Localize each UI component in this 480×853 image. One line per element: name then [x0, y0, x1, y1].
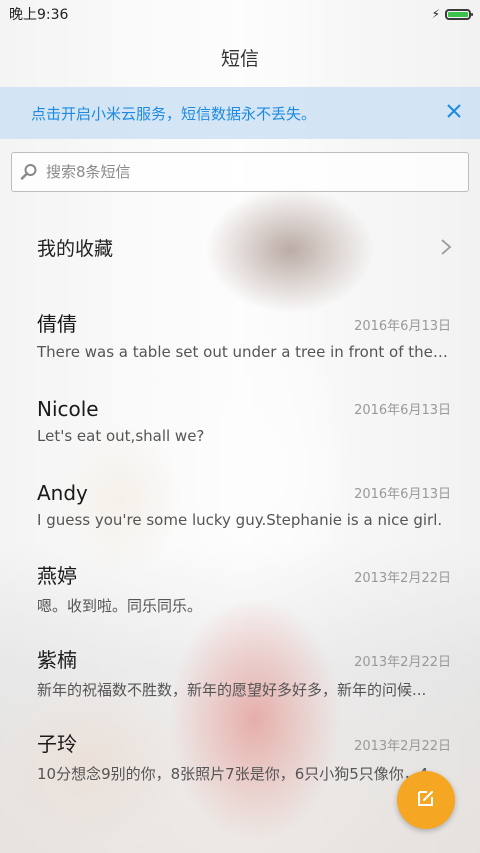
contact-name: Andy	[37, 481, 88, 505]
battery-icon	[445, 8, 473, 20]
message-thread[interactable]: 燕婷 2013年2月22日 嗯。收到啦。同乐同乐。	[0, 559, 480, 629]
message-thread[interactable]: Andy 2016年6月13日 I guess you're some luck…	[0, 475, 480, 545]
compose-icon	[416, 788, 436, 812]
message-date: 2013年2月22日	[354, 571, 451, 586]
message-date: 2016年6月13日	[354, 319, 451, 334]
search-icon	[20, 163, 38, 181]
battery-level	[448, 11, 468, 17]
cloud-service-banner[interactable]: 点击开启小米云服务，短信数据永不丢失。	[0, 87, 480, 139]
banner-text[interactable]: 点击开启小米云服务，短信数据永不丢失。	[31, 103, 446, 124]
search-input[interactable]	[44, 162, 468, 182]
message-thread[interactable]: 紫楠 2013年2月22日 新年的祝福数不胜数，新年的愿望好多好多，新年的问候.…	[0, 643, 480, 713]
message-snippet: Let's eat out,shall we?	[37, 427, 205, 445]
favorites-row[interactable]: 我的收藏	[0, 225, 480, 269]
message-snippet: 10分想念9别的你，8张照片7张是你，6只小狗5只像你，4...	[37, 765, 443, 783]
close-icon[interactable]	[446, 102, 462, 124]
contact-name: 燕婷	[37, 564, 77, 588]
message-thread[interactable]: 倩倩 2016年6月13日 There was a table set out …	[0, 307, 480, 377]
compose-button[interactable]	[397, 771, 455, 829]
message-snippet: 嗯。收到啦。同乐同乐。	[37, 597, 203, 615]
contact-name: 紫楠	[37, 648, 77, 672]
message-snippet: There was a table set out under a tree i…	[37, 343, 451, 361]
contact-name: 倩倩	[37, 312, 77, 336]
chevron-right-icon	[440, 238, 452, 256]
message-snippet: I guess you're some lucky guy.Stephanie …	[37, 511, 443, 529]
favorites-label: 我的收藏	[37, 237, 114, 260]
status-time: 晚上9:36	[9, 7, 69, 23]
messages-screen: 晚上9:36 ⚡ 短信 点击开启小米云服务，短信数据永不丢失。 我的收藏	[0, 0, 480, 853]
search-bar[interactable]	[11, 152, 469, 192]
contact-name: Nicole	[37, 397, 99, 421]
message-snippet: 新年的祝福数不胜数，新年的愿望好多好多，新年的问候...	[37, 681, 427, 699]
message-date: 2013年2月22日	[354, 739, 451, 754]
status-icons: ⚡	[431, 7, 473, 21]
message-thread[interactable]: Nicole 2016年6月13日 Let's eat out,shall we…	[0, 391, 480, 461]
bolt-icon: ⚡	[431, 7, 440, 21]
message-date: 2016年6月13日	[354, 403, 451, 418]
page-title: 短信	[220, 48, 259, 70]
message-date: 2013年2月22日	[354, 655, 451, 670]
status-bar: 晚上9:36 ⚡	[0, 0, 480, 28]
contact-name: 子玲	[37, 732, 77, 756]
message-date: 2016年6月13日	[354, 487, 451, 502]
